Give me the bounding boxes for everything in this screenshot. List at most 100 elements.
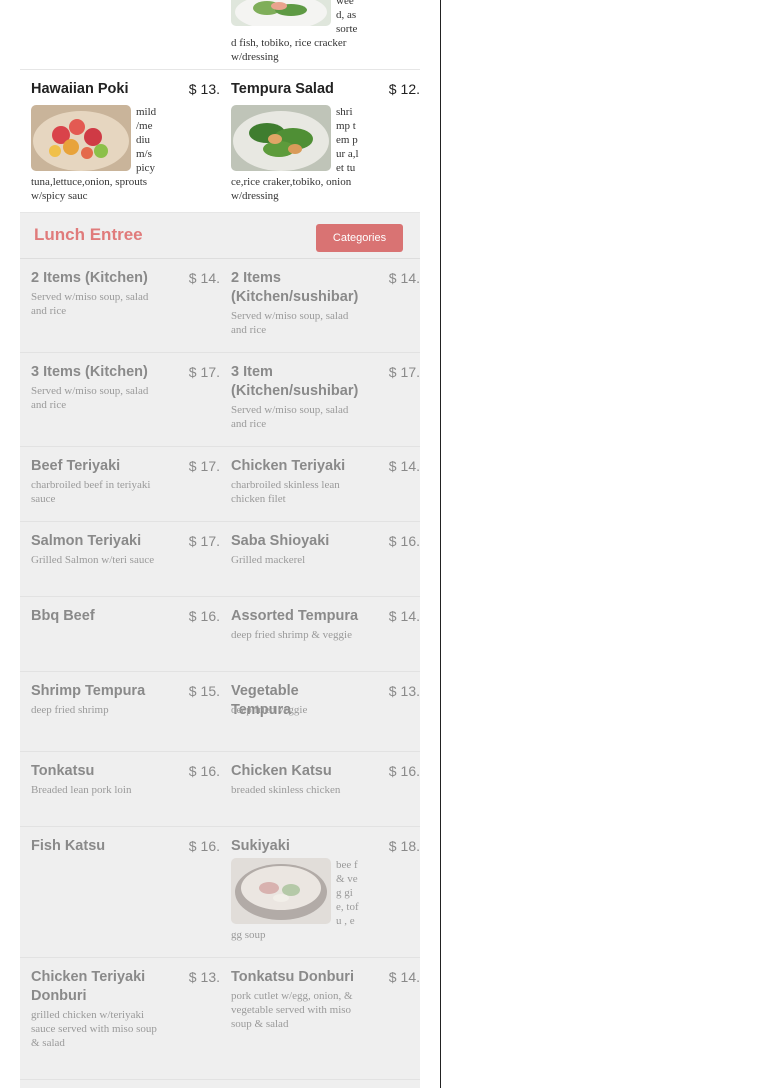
menu-item[interactable]: Beef Teriyaki $17. charbroiled beef in ter… [20,447,220,521]
menu-item-desc: grilled chicken w/teriyaki sauce served … [31,1009,157,1049]
menu-item[interactable]: Fish Katsu $16. [20,827,220,957]
menu-row: Tonkatsu $16. Breaded lean pork loin Chicke… [20,752,420,827]
menu-item-desc: charbroiled skinless lean chicken filet [231,479,340,505]
menu-item-price: $16. [388,763,420,779]
menu-item-price: $13. [188,969,220,985]
menu-item-desc: Grilled mackerel [231,554,306,566]
menu-item[interactable]: Chicken Teriyaki Donburi $13. grilled chic… [20,958,220,1079]
menu-item[interactable]: Assorted Tempura $14. deep fried shrimp & … [220,597,420,671]
menu-item-partial[interactable]: wee d, assorted fish, tobiko, rice crack… [220,0,420,69]
tempura-salad-photo [231,105,331,171]
menu-item[interactable]: Hawaiian Poki $13. mild /me diu m/s picy… [20,70,220,212]
menu-row: Bbq Beef $16. Assorted Tempura $14. deep fri… [20,597,420,672]
menu-item-price: $13. [188,81,220,97]
menu-item[interactable]: 3 Item (Kitchen/sushibar) $17. Served w/mi… [220,353,420,446]
menu-item-name: Fish Katsu [31,838,106,854]
menu-item[interactable]: Salmon Teriyaki $17. Grilled Salmon w/teri… [20,522,220,596]
section-header: Lunch Entree Categories [20,213,420,259]
menu-row: Hawaiian Poki $13. mild /me diu m/s picy… [20,70,420,213]
menu-row: Beef Teriyaki $17. charbroiled beef in ter… [20,447,420,522]
menu-item[interactable]: Chicken Katsu $16. breaded skinless chicke… [220,752,420,826]
menu-item-price: $16. [188,608,220,624]
menu-row: 3 Items (Kitchen) $17. Served w/miso soup,… [20,353,420,447]
menu-item-desc: breaded skinless chicken [231,784,341,796]
menu-item-price: $17. [388,364,420,380]
menu-item-name: 3 Items (Kitchen) [31,364,148,380]
menu-item-name: Chicken Katsu [231,763,332,779]
menu-item-desc: Served w/miso soup, salad and rice [231,310,349,336]
menu-item-desc-block: mild /me diu m/s picy tuna,lettuce,onion… [31,105,159,203]
section-title: Lunch Entree [34,225,143,244]
menu-item-price: $14. [188,270,220,286]
menu-item-name: Tonkatsu Donburi [231,969,354,985]
menu-item-desc: pork cutlet w/egg, onion, & vegetable se… [231,990,353,1030]
menu-item-desc-block: bee f & veg gie, tofu , egg soup [231,858,359,942]
menu-item[interactable]: Chicken Teriyaki $14. charbroiled skinless… [220,447,420,521]
menu-row: Shrimp Tempura $15. deep fried shrimp Veget… [20,672,420,752]
menu-item-desc: deep fried veggie [231,704,308,716]
menu-row: 2 Items (Kitchen) $14. Served w/miso soup,… [20,259,420,353]
menu-item[interactable]: Tempura Salad $12. shri mp tem pur a,let… [220,70,420,212]
menu-item[interactable]: Saba Shioyaki $16. Grilled mackerel [220,522,420,596]
sukiyaki-pot-photo [231,858,331,924]
menu-item-price: $17. [188,458,220,474]
menu-item-price: $16. [188,838,220,854]
menu-item-price: $17. [188,364,220,380]
menu-item-desc: Breaded lean pork loin [31,784,132,796]
poki-bowl-photo [31,105,131,171]
menu-item-price: $12. [388,81,420,97]
menu-item-name: Sukiyaki [231,838,290,854]
panel-divider [440,0,441,1088]
menu-item-name: Chicken Teriyaki [231,458,346,474]
menu-item[interactable]: Tonkatsu Donburi $14. pork cutlet w/egg, o… [220,958,420,1079]
menu-item-desc: charbroiled beef in teriyaki sauce [31,479,151,505]
menu-item[interactable]: Vegetable Tempura $13. deep fried veggie [220,672,420,751]
menu-item-desc: deep fried shrimp & veggie [231,629,352,641]
menu-item-price: $13. [388,683,420,699]
menu-item-price: $17. [188,533,220,549]
menu-item-name: Assorted Tempura [231,608,359,624]
menu-item-name: Saba Shioyaki [231,533,330,549]
menu-item[interactable]: Tonkatsu $16. Breaded lean pork loin [20,752,220,826]
menu-item[interactable]: 2 Items (Kitchen/sushibar) $14. Served w/m… [220,259,420,352]
menu-item-name: 3 Item (Kitchen/sushibar) [231,364,359,399]
menu-item-price: $15. [188,683,220,699]
menu-item-desc: deep fried shrimp [31,704,109,716]
categories-button[interactable]: Categories [316,224,403,252]
menu-item-desc: Grilled Salmon w/teri sauce [31,554,155,566]
menu-item-price: $14. [388,969,420,985]
menu-item[interactable]: 3 Items (Kitchen) $17. Served w/miso soup,… [20,353,220,446]
menu-item-desc: wee d, assorted fish, tobiko, rice crack… [231,0,358,63]
menu-item-name: Hawaiian Poki [31,81,129,97]
menu-item-price: $18. [388,838,420,854]
menu-panel: wee d, assorted fish, tobiko, rice crack… [20,0,420,1088]
menu-item-name: Tempura Salad [231,81,334,97]
menu-item-name: Salmon Teriyaki [31,533,142,549]
menu-item-empty [20,0,220,69]
menu-item-name: Bbq Beef [31,608,95,624]
menu-item-name: 2 Items (Kitchen/sushibar) [231,270,359,305]
menu-item-desc: Served w/miso soup, salad and rice [31,291,149,317]
menu-item[interactable]: 2 Items (Kitchen) $14. Served w/miso soup,… [20,259,220,352]
menu-row: Salmon Teriyaki $17. Grilled Salmon w/teri… [20,522,420,597]
menu-row-partial [20,1080,420,1088]
menu-item-desc-block: shri mp tem pur a,let tuce,rice craker,t… [231,105,359,203]
menu-row-top: wee d, assorted fish, tobiko, rice crack… [20,0,420,70]
menu-item-name: Tonkatsu [31,763,95,779]
menu-item[interactable]: Sukiyaki $18. bee f & veg gie, tofu , egg … [220,827,420,957]
menu-row: Fish Katsu $16. Sukiyaki $18. bee f & veg gi… [20,827,420,958]
menu-item-price: $16. [388,533,420,549]
menu-item-price: $14. [388,608,420,624]
menu-item-desc: Served w/miso soup, salad and rice [31,385,149,411]
menu-item[interactable]: Shrimp Tempura $15. deep fried shrimp [20,672,220,751]
menu-row: Chicken Teriyaki Donburi $13. grilled chic… [20,958,420,1080]
menu-item-name: Chicken Teriyaki Donburi [31,969,146,1004]
menu-item-price: $14. [388,458,420,474]
menu-item[interactable]: Bbq Beef $16. [20,597,220,671]
menu-item-price: $16. [188,763,220,779]
menu-item-name: Beef Teriyaki [31,458,121,474]
menu-item-price: $14. [388,270,420,286]
menu-item-desc: Served w/miso soup, salad and rice [231,404,349,430]
menu-item-name: 2 Items (Kitchen) [31,270,148,286]
menu-item-name: Shrimp Tempura [31,683,146,699]
